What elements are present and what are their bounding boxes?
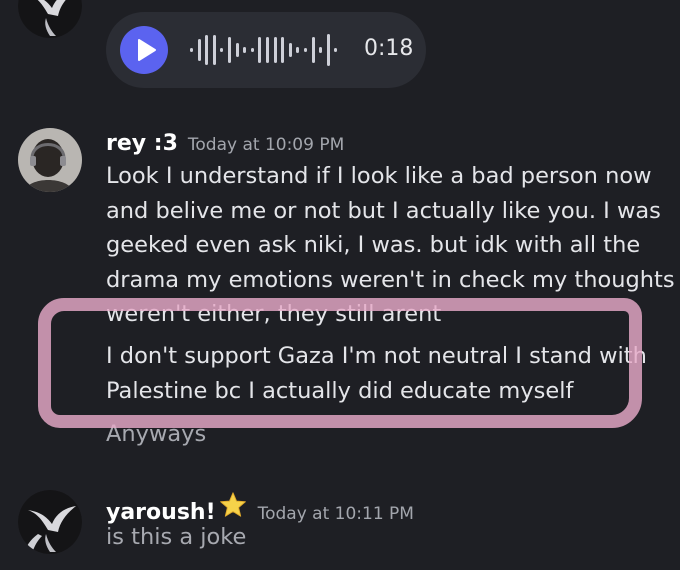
- waveform-bar: [281, 37, 285, 63]
- message-content: I don't support Gaza I'm not neutral I s…: [106, 339, 674, 408]
- message-line: and belive me or not but I actually like…: [106, 197, 661, 224]
- waveform-bar: [205, 35, 209, 65]
- waveform-bar: [212, 35, 216, 65]
- message-header: rey :3 Today at 10:09 PM: [106, 131, 344, 156]
- waveform-bar: [273, 37, 277, 63]
- avatar-image: [18, 0, 82, 38]
- voice-message[interactable]: 0:18: [106, 12, 426, 88]
- waveform-icon[interactable]: [190, 12, 350, 88]
- waveform-bar: [190, 48, 193, 52]
- username[interactable]: rey :3: [106, 131, 178, 156]
- message-line: geeked even ask niki, I was. but idk wit…: [106, 232, 641, 258]
- message-line: drama my emotions weren't in check my th…: [106, 266, 675, 293]
- message-line: I don't support Gaza I'm not neutral I s…: [106, 343, 647, 369]
- waveform-bar: [311, 37, 315, 63]
- message-content: is this a joke: [106, 520, 674, 555]
- waveform-bar: [266, 37, 269, 63]
- voice-duration: 0:18: [364, 36, 414, 61]
- message-line: Look I understand if I look like a bad p…: [106, 163, 652, 189]
- message-line: weren't either, they still arent: [106, 301, 442, 327]
- waveform-bar: [228, 37, 231, 63]
- timestamp[interactable]: Today at 10:09 PM: [188, 135, 344, 155]
- chat-view: 0:18 rey :3 Today at 10:09 PM Look I und…: [0, 0, 680, 570]
- avatar[interactable]: [18, 490, 82, 554]
- waveform-bar: [250, 48, 254, 52]
- avatar-image: [18, 128, 82, 192]
- message-line: is this a joke: [106, 524, 247, 550]
- waveform-bar: [258, 37, 262, 63]
- waveform-bar: [197, 39, 201, 61]
- waveform-bar: [235, 43, 239, 57]
- waveform-bar: [304, 48, 307, 52]
- waveform-bar: [243, 47, 247, 53]
- avatar-image: [18, 490, 82, 554]
- play-icon: [138, 39, 156, 61]
- avatar[interactable]: [18, 128, 82, 192]
- waveform-bar: [288, 43, 292, 57]
- waveform-bar: [296, 47, 300, 53]
- waveform-bar: [220, 48, 224, 52]
- waveform-bar: [319, 47, 323, 53]
- message-content: Look I understand if I look like a bad p…: [106, 159, 675, 332]
- message-line: Palestine bc I actually did educate myse…: [106, 377, 574, 404]
- waveform-bar: [326, 34, 330, 66]
- message-content: Anyways: [106, 417, 674, 452]
- avatar[interactable]: [18, 0, 82, 38]
- star-emoji: [219, 492, 246, 517]
- waveform-bar: [334, 48, 338, 52]
- play-button[interactable]: [120, 26, 168, 74]
- message-line: Anyways: [106, 421, 207, 447]
